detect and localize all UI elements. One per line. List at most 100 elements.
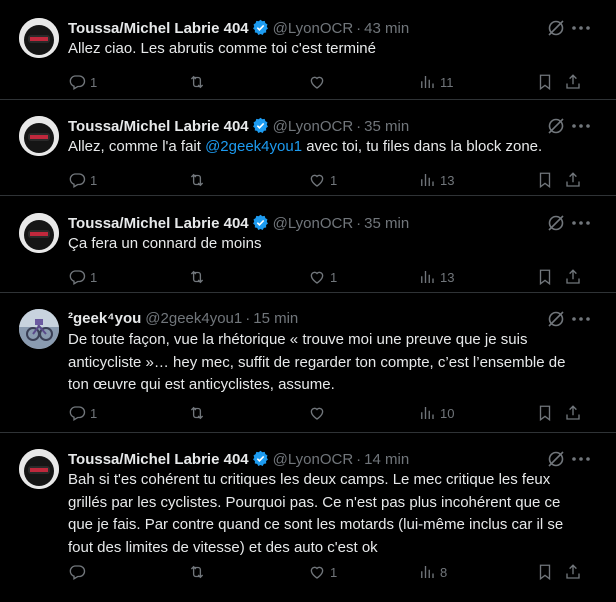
bookmark-button[interactable]: [536, 403, 554, 423]
tweet[interactable]: Toussa/Michel Labrie 404 @LyonOCR · 43 min …: [0, 0, 616, 100]
share-icon: [566, 269, 580, 284]
avatar[interactable]: [19, 116, 59, 156]
tweet-header: Toussa/Michel Labrie 404 @LyonOCR · 35 min: [68, 117, 526, 136]
share-button[interactable]: [564, 72, 582, 92]
share-button[interactable]: [564, 267, 582, 287]
bookmark-icon: [539, 172, 551, 189]
retweet-button[interactable]: [188, 170, 210, 190]
like-button[interactable]: [308, 72, 330, 92]
author-name[interactable]: Toussa/Michel Labrie 404: [68, 215, 249, 232]
view-count: 10: [440, 405, 455, 421]
grok-icon[interactable]: [546, 449, 566, 469]
reply-icon: [69, 270, 86, 285]
verified-badge-icon: [252, 19, 268, 35]
avatar[interactable]: [19, 309, 59, 349]
reply-button[interactable]: 1: [68, 403, 97, 423]
bookmark-icon: [539, 74, 551, 91]
retweet-button[interactable]: [188, 72, 210, 92]
share-button[interactable]: [564, 170, 582, 190]
bookmark-button[interactable]: [536, 562, 554, 582]
author-handle[interactable]: @LyonOCR: [273, 118, 354, 135]
views-button[interactable]: 10: [418, 403, 454, 423]
timestamp[interactable]: 14 min: [364, 451, 409, 468]
avatar[interactable]: [19, 213, 59, 253]
tweet-header: ²geek⁴you @2geek4you1 · 15 min: [68, 310, 526, 328]
author-handle[interactable]: @LyonOCR: [273, 451, 354, 468]
share-button[interactable]: [564, 403, 582, 423]
timestamp[interactable]: 35 min: [364, 215, 409, 232]
like-button[interactable]: 1: [308, 170, 337, 190]
more-icon[interactable]: [570, 310, 592, 328]
like-button[interactable]: 1: [308, 267, 337, 287]
tweet[interactable]: Toussa/Michel Labrie 404 @LyonOCR · 14 min …: [0, 431, 616, 602]
grok-icon[interactable]: [546, 309, 566, 329]
views-button[interactable]: 11: [418, 72, 454, 92]
share-icon: [566, 564, 580, 579]
reply-count: 1: [90, 172, 98, 188]
like-icon: [310, 174, 324, 187]
bookmark-icon: [539, 405, 551, 422]
more-icon[interactable]: [570, 117, 592, 135]
retweet-icon: [190, 75, 204, 89]
author-name[interactable]: ²geek⁴you: [68, 310, 141, 327]
like-icon: [310, 566, 324, 579]
tweet-text: Allez ciao. Les abrutis comme toi c'est …: [68, 40, 376, 57]
tweet-text-part: Allez, comme l'a fait: [68, 138, 206, 155]
view-count: 11: [440, 74, 454, 90]
bookmark-button[interactable]: [536, 72, 554, 92]
timestamp[interactable]: 35 min: [364, 118, 409, 135]
reply-icon: [69, 565, 86, 580]
reply-button[interactable]: 1: [68, 72, 97, 92]
share-button[interactable]: [564, 562, 582, 582]
retweet-icon: [190, 406, 204, 420]
tweet[interactable]: Toussa/Michel Labrie 404 @LyonOCR · 35 min …: [0, 98, 616, 196]
author-name[interactable]: Toussa/Michel Labrie 404: [68, 451, 249, 468]
action-bar: 1 8: [68, 562, 588, 582]
retweet-button[interactable]: [188, 267, 210, 287]
timestamp[interactable]: 43 min: [364, 20, 409, 37]
tweet-text: Allez, comme l'a fait @2geek4you1 avec t…: [68, 136, 580, 159]
views-button[interactable]: 13: [418, 267, 454, 287]
views-button[interactable]: 13: [418, 170, 454, 190]
tweet[interactable]: Toussa/Michel Labrie 404 @LyonOCR · 35 min …: [0, 195, 616, 293]
tweet-text: De toute façon, vue la rhétorique « trou…: [68, 331, 566, 393]
bookmark-button[interactable]: [536, 170, 554, 190]
author-handle[interactable]: @2geek4you1: [145, 310, 242, 327]
author-handle[interactable]: @LyonOCR: [273, 20, 354, 37]
mention-link[interactable]: @2geek4you1: [205, 138, 302, 155]
reply-button[interactable]: 1: [68, 170, 97, 190]
grok-icon[interactable]: [546, 116, 566, 136]
view-count: 8: [440, 564, 448, 580]
reply-icon: [69, 406, 86, 421]
more-icon[interactable]: [570, 19, 592, 37]
reply-button[interactable]: [68, 562, 90, 582]
like-button[interactable]: 1: [308, 562, 337, 582]
bookmark-icon: [539, 564, 551, 581]
retweet-button[interactable]: [188, 562, 210, 582]
author-name[interactable]: Toussa/Michel Labrie 404: [68, 20, 249, 37]
share-icon: [566, 74, 580, 89]
view-count: 13: [440, 172, 455, 188]
author-handle[interactable]: @LyonOCR: [273, 215, 354, 232]
retweet-button[interactable]: [188, 403, 210, 423]
avatar[interactable]: [19, 449, 59, 489]
author-name[interactable]: Toussa/Michel Labrie 404: [68, 118, 249, 135]
like-count: 1: [330, 172, 338, 188]
tweet-header: Toussa/Michel Labrie 404 @LyonOCR · 43 min: [68, 19, 526, 38]
grok-icon[interactable]: [546, 18, 566, 38]
more-icon[interactable]: [570, 214, 592, 232]
tweet[interactable]: ²geek⁴you @2geek4you1 · 15 min De toute faç…: [0, 291, 616, 433]
timestamp[interactable]: 15 min: [253, 310, 298, 327]
separator: ·: [245, 310, 251, 327]
verified-badge-icon: [252, 214, 268, 230]
avatar[interactable]: [19, 18, 59, 58]
like-button[interactable]: [308, 403, 330, 423]
action-bar: 1 1 13: [68, 170, 588, 190]
grok-icon[interactable]: [546, 213, 566, 233]
reply-button[interactable]: 1: [68, 267, 97, 287]
more-icon[interactable]: [570, 450, 592, 468]
views-button[interactable]: 8: [418, 562, 447, 582]
share-icon: [566, 405, 580, 420]
bookmark-button[interactable]: [536, 267, 554, 287]
separator: ·: [356, 215, 362, 232]
